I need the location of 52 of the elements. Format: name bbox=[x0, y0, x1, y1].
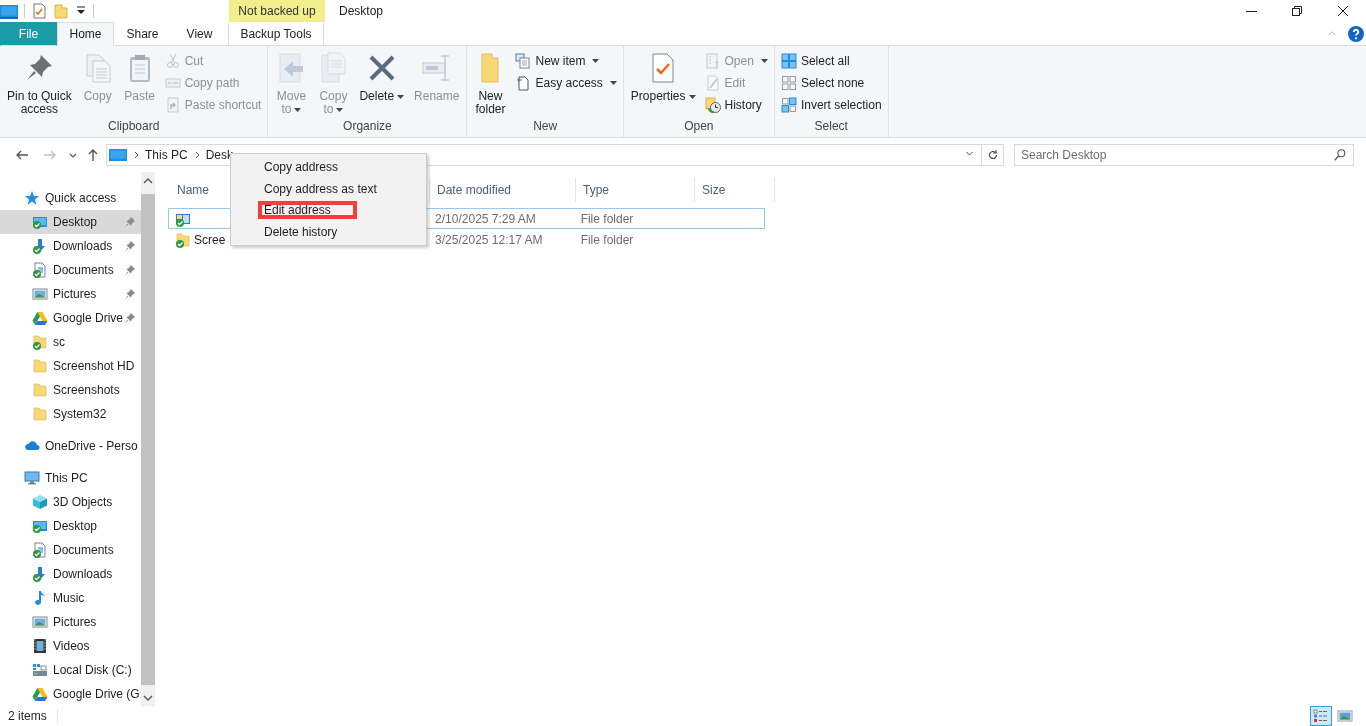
nav-item[interactable]: 3D Objects bbox=[0, 490, 141, 514]
ribbon-tab[interactable]: Home bbox=[57, 22, 114, 46]
item-count: 2 items bbox=[8, 709, 58, 723]
date-cell-text: 3/25/2025 12:17 AM bbox=[434, 232, 544, 247]
nav-item[interactable]: Desktop bbox=[0, 514, 141, 538]
column-header[interactable]: Type bbox=[576, 178, 695, 202]
group-label: Clipboard bbox=[107, 119, 161, 135]
ribbon-button[interactable]: Invert selection bbox=[777, 94, 885, 116]
window-title: Desktop bbox=[338, 3, 384, 20]
nav-item[interactable]: Videos bbox=[0, 634, 141, 658]
nav-item[interactable]: Music bbox=[0, 586, 141, 610]
nav-item[interactable]: Downloads bbox=[0, 234, 141, 258]
nav-item[interactable]: Screenshot HD bbox=[0, 354, 141, 378]
ribbon-button[interactable]: Delete bbox=[355, 50, 409, 105]
group-label: Select bbox=[813, 119, 849, 135]
nav-item[interactable]: System32 bbox=[0, 402, 141, 426]
ribbon-tab[interactable]: Backup Tools bbox=[228, 22, 324, 46]
breadcrumb[interactable]: This PC bbox=[145, 148, 188, 162]
nav-item[interactable]: Local Disk (C:) bbox=[0, 658, 141, 682]
group-label: Organize bbox=[342, 119, 393, 135]
search-field[interactable]: Search Desktop bbox=[1014, 144, 1354, 166]
nav-item[interactable]: Downloads bbox=[0, 562, 141, 586]
column-header[interactable]: Date modified bbox=[430, 178, 576, 202]
nav-item[interactable]: Desktop bbox=[0, 210, 141, 234]
nav-item[interactable]: This PC bbox=[0, 466, 141, 490]
nav-item[interactable]: Google Drive bbox=[0, 306, 141, 330]
ribbon-button[interactable]: New folder bbox=[470, 50, 511, 118]
nav-item[interactable]: Documents bbox=[0, 258, 141, 282]
nav-item[interactable]: sc bbox=[0, 330, 141, 354]
nav-item[interactable]: Pictures bbox=[0, 610, 141, 634]
ribbon-button[interactable]: New item bbox=[512, 50, 620, 72]
column-header[interactable]: Size bbox=[695, 178, 775, 202]
ribbon-button[interactable]: Select none bbox=[777, 72, 885, 94]
ribbon-button[interactable]: Easy access bbox=[512, 72, 620, 94]
ribbon-button[interactable]: Select all bbox=[777, 50, 885, 72]
ribbon-button[interactable]: Pin to Quick access bbox=[3, 50, 76, 118]
nav-item[interactable]: Google Drive (G: bbox=[0, 682, 141, 706]
menu-item[interactable]: Copy address as text bbox=[231, 177, 426, 200]
nav-item[interactable]: Screenshots bbox=[0, 378, 141, 402]
nav-item[interactable]: Documents bbox=[0, 538, 141, 562]
nav-item[interactable]: Quick access bbox=[0, 186, 141, 210]
nav-item[interactable]: OneDrive - Perso bbox=[0, 434, 141, 458]
ribbon-button[interactable]: Properties bbox=[626, 50, 700, 105]
group-label: Open bbox=[683, 119, 715, 135]
file-name[interactable]: Scree bbox=[194, 232, 226, 247]
type-cell-text: File folder bbox=[579, 232, 635, 247]
group-label: New bbox=[532, 119, 559, 135]
nav-item[interactable]: Pictures bbox=[0, 282, 141, 306]
type-cell-text: File folder bbox=[579, 211, 635, 226]
date-cell-text: 2/10/2025 7:29 AM bbox=[434, 211, 537, 226]
context-tab-label: Not backed up bbox=[229, 0, 325, 22]
ribbon-button[interactable]: History bbox=[701, 94, 771, 116]
